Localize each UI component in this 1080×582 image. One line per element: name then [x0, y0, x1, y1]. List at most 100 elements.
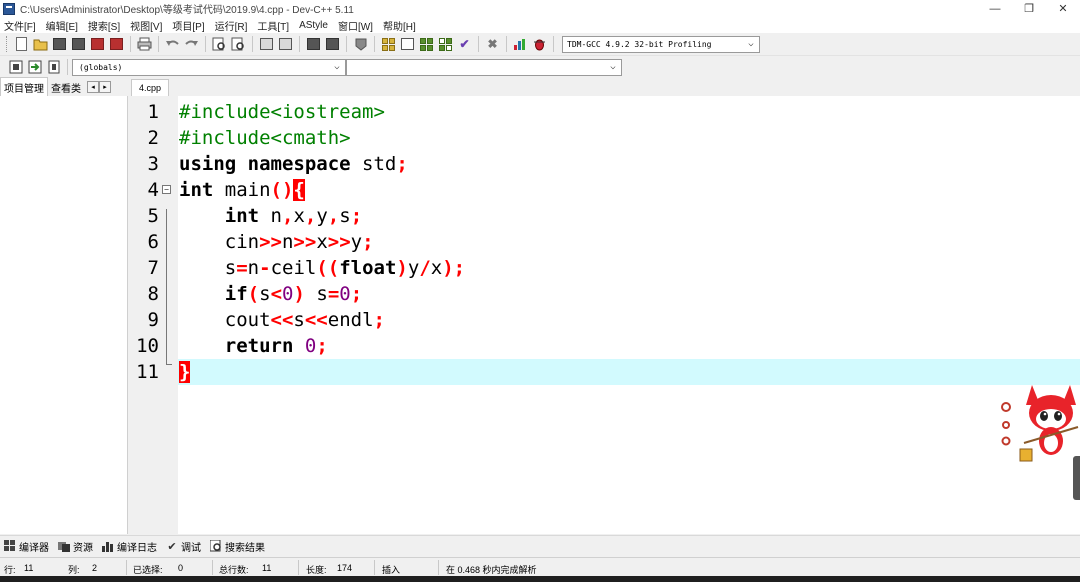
syntax-check-icon[interactable]: ✔ — [457, 36, 473, 52]
code-token: #include<cmath> — [179, 127, 351, 149]
tab-compiler[interactable]: 编译器 — [4, 539, 49, 554]
menu-astyle[interactable]: AStyle — [299, 20, 328, 31]
code-line[interactable]: 2 #include<cmath> — [130, 125, 1080, 151]
menu-view[interactable]: 视图[V] — [130, 18, 162, 33]
tab-compiler-label: 编译器 — [19, 542, 49, 554]
code-token: x — [293, 205, 305, 227]
line-number: 9 — [147, 309, 159, 331]
code-token: < — [270, 283, 283, 305]
code-text: int main(){ — [179, 177, 305, 203]
menu-file[interactable]: 文件[F] — [4, 18, 36, 33]
code-token: cout — [179, 309, 271, 331]
menu-tools[interactable]: 工具[T] — [257, 18, 289, 33]
bookmark-next-icon[interactable] — [325, 36, 341, 52]
code-line[interactable]: 5 int n,x,y,s; — [130, 203, 1080, 229]
code-line[interactable]: 6 cin>>n>>x>>y; — [130, 229, 1080, 255]
side-grip[interactable] — [1073, 456, 1080, 500]
unindent-icon[interactable] — [278, 36, 294, 52]
code-token: >> — [293, 231, 317, 253]
menu-run[interactable]: 运行[R] — [215, 18, 248, 33]
find-icon[interactable] — [212, 36, 228, 52]
tab-class-browser[interactable]: 查看类 — [48, 78, 84, 97]
goto-declaration-icon[interactable] — [27, 59, 43, 75]
compiler-select[interactable]: TDM-GCC 4.9.2 32-bit Profiling ⌵ — [562, 35, 760, 53]
toggle-comment-icon[interactable] — [353, 36, 369, 52]
line-number: 6 — [147, 231, 159, 253]
toolbar-grip[interactable] — [6, 36, 9, 52]
code-line[interactable]: 3 using namespace std; — [130, 151, 1080, 177]
line-number: 7 — [147, 257, 159, 279]
code-text: cin>>n>>x>>y; — [179, 229, 374, 255]
tab-file[interactable]: 4.cpp — [131, 79, 170, 96]
tab-resources[interactable]: 资源 — [58, 539, 93, 554]
panel-prev-button[interactable]: ◂ — [87, 81, 99, 93]
code-token: #include<iostream> — [179, 101, 385, 123]
menu-edit[interactable]: 编辑[E] — [46, 18, 78, 33]
tab-debug[interactable]: ✔ 调试 — [166, 539, 201, 554]
tab-project-manager[interactable]: 项目管理 — [0, 77, 48, 97]
new-file-icon[interactable] — [14, 36, 30, 52]
bookmark-prev-icon[interactable] — [306, 36, 322, 52]
debug-bug-icon[interactable] — [532, 36, 548, 52]
code-token: ; — [362, 231, 374, 253]
scope-select[interactable]: (globals) ⌵ — [72, 58, 346, 76]
replace-icon[interactable] — [231, 36, 247, 52]
line-number: 2 — [147, 127, 159, 149]
code-token: , — [304, 205, 317, 227]
code-text: #include<cmath> — [179, 125, 351, 151]
class-toolbar: (globals) ⌵ ⌵ — [0, 56, 1080, 78]
code-text: return 0; — [179, 333, 328, 359]
maximize-button[interactable]: ❐ — [1012, 0, 1046, 17]
compile-run-icon[interactable] — [419, 36, 435, 52]
code-line[interactable]: 9 cout<<s<<endl; — [130, 307, 1080, 333]
menu-project[interactable]: 项目[P] — [172, 18, 204, 33]
code-token: ceil — [270, 257, 317, 279]
close-button[interactable]: ✕ — [1046, 0, 1080, 17]
symbol-select[interactable]: ⌵ — [346, 58, 622, 76]
panel-next-button[interactable]: ▸ — [99, 81, 111, 93]
taskbar-strip — [0, 576, 1080, 582]
close-all-icon[interactable] — [109, 36, 125, 52]
chevron-down-icon: ⌵ — [748, 39, 754, 49]
goto-definition-icon[interactable] — [46, 59, 62, 75]
stop-execution-icon[interactable]: ✖ — [485, 36, 501, 52]
code-line[interactable]: 1 #include<iostream> — [130, 99, 1080, 125]
code-line[interactable]: 4− int main(){ — [130, 177, 1080, 203]
save-all-icon[interactable] — [71, 36, 87, 52]
run-icon[interactable] — [400, 36, 416, 52]
code-text: cout<<s<<endl; — [179, 307, 385, 333]
compile-icon[interactable] — [381, 36, 397, 52]
code-token: n — [259, 205, 282, 227]
undo-icon[interactable] — [165, 36, 181, 52]
code-text: } — [179, 359, 191, 385]
profile-chart-icon[interactable] — [513, 36, 529, 52]
redo-icon[interactable] — [184, 36, 200, 52]
fold-toggle-icon[interactable]: − — [162, 185, 171, 194]
save-icon[interactable] — [52, 36, 68, 52]
tab-compile-log[interactable]: 编译日志 — [102, 539, 157, 554]
insert-icon[interactable] — [8, 59, 24, 75]
menu-help[interactable]: 帮助[H] — [383, 18, 416, 33]
tab-search-results[interactable]: 搜索结果 — [210, 539, 265, 554]
minimize-button[interactable]: — — [978, 0, 1012, 17]
mascot-icon — [1001, 385, 1079, 462]
code-token: n — [247, 257, 260, 279]
code-line[interactable]: 8 if(s<0) s=0; — [130, 281, 1080, 307]
code-token: ) — [293, 283, 305, 305]
code-line[interactable]: 11} — [130, 359, 1080, 385]
panel-nav: ◂ ▸ — [87, 81, 111, 93]
code-line[interactable]: 7 s=n-ceil((float)y/x); — [130, 255, 1080, 281]
close-file-icon[interactable] — [90, 36, 106, 52]
open-file-icon[interactable] — [33, 36, 49, 52]
indent-icon[interactable] — [259, 36, 275, 52]
code-editor[interactable]: 1 #include<iostream> 2 #include<cmath> 3 usin… — [130, 96, 1080, 534]
menu-window[interactable]: 窗口[W] — [338, 18, 373, 33]
rebuild-all-icon[interactable] — [438, 36, 454, 52]
print-icon[interactable] — [137, 36, 153, 52]
code-token: int — [179, 179, 214, 201]
menu-search[interactable]: 搜索[S] — [88, 18, 120, 33]
code-line[interactable]: 10 return 0; — [130, 333, 1080, 359]
status-length-value: 174 — [337, 563, 353, 573]
